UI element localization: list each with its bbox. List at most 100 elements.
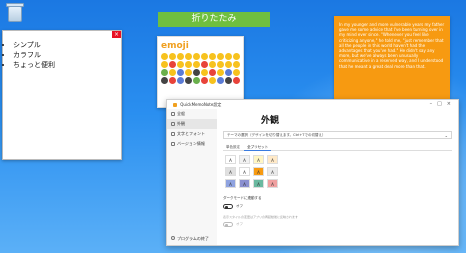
- toggle-state: オフ: [236, 204, 243, 208]
- emoji-icon: [217, 61, 224, 68]
- sticky-note-white[interactable]: × シンプル カラフル ちょっと便利: [2, 30, 122, 160]
- dark-mode-label: ダークモードに連動する: [223, 196, 262, 200]
- restart-hint: 表示スタイルの変更はアプリの再起動後に反映されます: [223, 215, 299, 219]
- color-swatch[interactable]: A: [239, 179, 250, 188]
- emoji-icon: [193, 69, 200, 76]
- color-swatch-grid: AAAAAAAAAAAA: [225, 155, 452, 188]
- emoji-icon: [185, 53, 192, 60]
- emoji-grid: [161, 53, 243, 84]
- emoji-icon: [161, 77, 168, 84]
- settings-sidebar: 全般 外観 文字とフォント バージョン情報 プログラムの終了: [167, 109, 217, 245]
- color-swatch[interactable]: A: [225, 179, 236, 188]
- sticky-note-header: ×: [3, 31, 121, 38]
- sidebar-item-font[interactable]: 文字とフォント: [167, 129, 217, 139]
- exit-label: プログラムの終了: [177, 236, 209, 241]
- emoji-icon: [201, 77, 208, 84]
- tab-all-presets[interactable]: 全プリセット: [244, 144, 272, 151]
- emoji-icon: [217, 53, 224, 60]
- sidebar-item-label: バージョン情報: [177, 141, 205, 146]
- dark-mode-row: オフ: [223, 204, 452, 210]
- sidebar-item-version[interactable]: バージョン情報: [167, 139, 217, 149]
- emoji-icon: [185, 61, 192, 68]
- emoji-icon: [161, 53, 168, 60]
- settings-window: QuickMemoNote設定 –□× 全般 外観 文字とフォント バージョン情…: [166, 99, 459, 246]
- app-icon: [173, 103, 177, 107]
- emoji-icon: [217, 69, 224, 76]
- emoji-icon: [169, 69, 176, 76]
- emoji-icon: [233, 53, 240, 60]
- list-item: シンプル: [13, 40, 121, 50]
- list-item: カラフル: [13, 50, 121, 60]
- theme-subtabs: 単色設定 全プリセット: [223, 144, 452, 151]
- emoji-icon: [177, 69, 184, 76]
- color-swatch[interactable]: A: [253, 155, 264, 164]
- dark-mode-toggle[interactable]: [223, 204, 233, 209]
- sticky-note-list: シンプル カラフル ちょっと便利: [13, 40, 121, 70]
- emoji-icon: [225, 61, 232, 68]
- emoji-icon: [169, 77, 176, 84]
- emoji-icon: [201, 53, 208, 60]
- window-controls[interactable]: –□×: [430, 100, 456, 109]
- toggle-state: オフ: [236, 222, 243, 226]
- emoji-icon: [209, 77, 216, 84]
- settings-titlebar[interactable]: QuickMemoNote設定 –□×: [167, 100, 458, 109]
- emoji-icon: [193, 53, 200, 60]
- folded-note-title[interactable]: 折りたたみ: [158, 12, 270, 27]
- home-icon: [171, 112, 175, 116]
- style-row: オフ: [223, 222, 452, 228]
- emoji-icon: [217, 77, 224, 84]
- emoji-icon: [169, 53, 176, 60]
- emoji-icon: [201, 61, 208, 68]
- settings-main: 外観 テーマの選択（デザインを切り替えます。Ctrl+Tでの切替え） ⌄ 単色設…: [223, 109, 452, 245]
- emoji-icon: [185, 69, 192, 76]
- emoji-icon: [177, 77, 184, 84]
- theme-select[interactable]: テーマの選択（デザインを切り替えます。Ctrl+Tでの切替え） ⌄: [223, 131, 452, 139]
- emoji-icon: [233, 69, 240, 76]
- sidebar-item-general[interactable]: 全般: [167, 109, 217, 119]
- exit-icon: [171, 236, 175, 240]
- exit-program-button[interactable]: プログラムの終了: [167, 236, 209, 242]
- sidebar-item-label: 文字とフォント: [177, 131, 205, 136]
- close-icon[interactable]: ×: [112, 31, 121, 38]
- color-swatch[interactable]: A: [267, 155, 278, 164]
- emoji-icon: [185, 77, 192, 84]
- info-icon: [171, 142, 175, 146]
- color-swatch[interactable]: A: [267, 167, 278, 176]
- emoji-icon: [233, 61, 240, 68]
- emoji-icon: [225, 69, 232, 76]
- color-swatch[interactable]: A: [225, 167, 236, 176]
- chevron-down-icon: ⌄: [444, 133, 448, 138]
- page-title: 外観: [261, 116, 280, 126]
- emoji-icon: [177, 53, 184, 60]
- emoji-icon: [193, 77, 200, 84]
- color-swatch[interactable]: A: [239, 167, 250, 176]
- sidebar-item-appearance[interactable]: 外観: [167, 119, 217, 129]
- emoji-icon: [209, 69, 216, 76]
- color-swatch[interactable]: A: [253, 179, 264, 188]
- emoji-note[interactable]: emoji: [157, 36, 244, 108]
- color-swatch[interactable]: A: [267, 179, 278, 188]
- emoji-icon: [161, 61, 168, 68]
- emoji-icon: [233, 77, 240, 84]
- emoji-icon: [209, 53, 216, 60]
- color-swatch[interactable]: A: [239, 155, 250, 164]
- style-toggle[interactable]: [223, 222, 233, 227]
- color-swatch[interactable]: A: [225, 155, 236, 164]
- emoji-icon: [201, 69, 208, 76]
- emoji-icon: [225, 77, 232, 84]
- emoji-icon: [225, 53, 232, 60]
- palette-icon: [171, 122, 175, 126]
- sidebar-item-label: 外観: [177, 121, 185, 126]
- list-item: ちょっと便利: [13, 60, 121, 70]
- emoji-icon: [169, 61, 176, 68]
- tab-single-color[interactable]: 単色設定: [223, 144, 243, 150]
- color-swatch[interactable]: A: [253, 167, 264, 176]
- theme-select-label: テーマの選択（デザインを切り替えます。Ctrl+Tでの切替え）: [227, 133, 326, 137]
- sidebar-item-label: 全般: [177, 111, 185, 116]
- bin-can: [8, 6, 22, 22]
- emoji-icon: [177, 61, 184, 68]
- emoji-icon: [161, 69, 168, 76]
- emoji-icon: [193, 61, 200, 68]
- settings-window-title: QuickMemoNote設定: [180, 102, 222, 107]
- recycle-bin-icon[interactable]: [4, 2, 26, 30]
